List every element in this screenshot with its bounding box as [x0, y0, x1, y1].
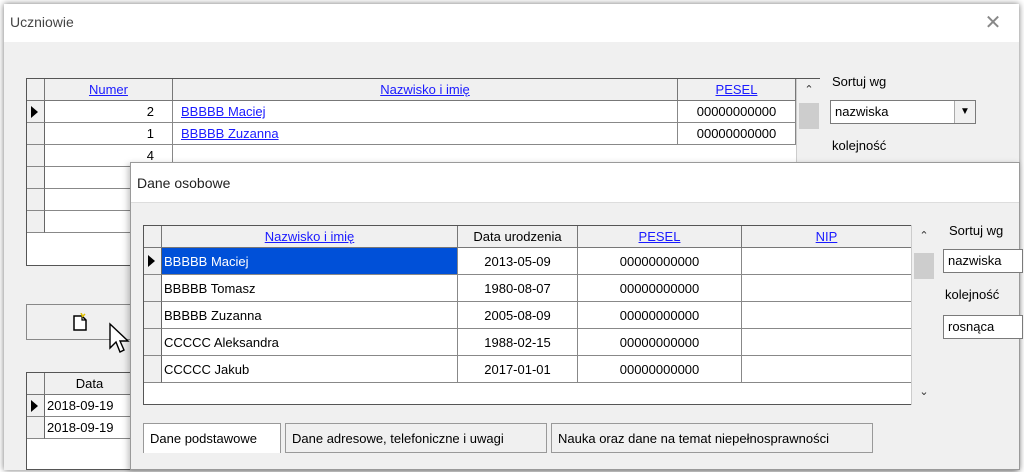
cell-birth-date[interactable]: 1980-08-07	[458, 275, 578, 302]
cell-pesel[interactable]: 00000000000	[578, 275, 742, 302]
cell-name[interactable]: BBBBB Zuzanna	[162, 302, 458, 329]
titlebar: Uczniowie ✕	[4, 4, 1019, 42]
row-indicator[interactable]	[144, 329, 162, 356]
cell-nip[interactable]	[742, 302, 912, 329]
cell-pesel[interactable]: 00000000000	[678, 123, 796, 145]
dialog-title: Dane osobowe	[137, 175, 231, 191]
close-icon[interactable]: ✕	[980, 10, 1006, 36]
sort-select-value: nazwiska	[835, 104, 889, 119]
scroll-thumb[interactable]	[799, 103, 819, 129]
cell-name[interactable]: CCCCC Aleksandra	[162, 329, 458, 356]
cell-numer[interactable]: 2	[45, 101, 173, 123]
cell-pesel[interactable]: 00000000000	[578, 302, 742, 329]
row-indicator-header	[27, 79, 45, 101]
column-header-name[interactable]: Nazwisko i imię	[162, 226, 458, 248]
cell-pesel[interactable]: 00000000000	[578, 356, 742, 383]
row-indicator[interactable]	[27, 211, 45, 233]
row-indicator[interactable]	[27, 145, 45, 167]
scroll-thumb[interactable]	[914, 253, 934, 279]
cell-nip[interactable]	[742, 248, 912, 275]
row-indicator[interactable]	[27, 395, 45, 417]
row-indicator[interactable]	[144, 356, 162, 383]
order-select[interactable]: rosnąca	[943, 315, 1023, 339]
cell-nip[interactable]	[742, 275, 912, 302]
column-header-data[interactable]: Data	[45, 373, 135, 395]
row-indicator[interactable]	[144, 275, 162, 302]
sort-select-value: nazwiska	[948, 253, 1002, 268]
cell-birth-date[interactable]: 2017-01-01	[458, 356, 578, 383]
row-indicator[interactable]	[27, 417, 45, 439]
scroll-down-icon[interactable]: ⌄	[912, 385, 936, 398]
cell-birth-date[interactable]: 1988-02-15	[458, 329, 578, 356]
row-indicator-header	[144, 226, 162, 248]
window-title: Uczniowie	[10, 14, 74, 30]
cell-pesel[interactable]: 00000000000	[678, 101, 796, 123]
cell-name[interactable]: BBBBB Zuzanna	[173, 123, 678, 145]
column-header-nip[interactable]: NIP	[742, 226, 912, 248]
cell-name[interactable]: BBBBB Tomasz	[162, 275, 458, 302]
scroll-up-icon[interactable]: ⌃	[912, 229, 936, 242]
cell-date[interactable]: 2018-09-19	[45, 395, 135, 417]
chevron-down-icon[interactable]: ▼	[954, 101, 975, 123]
titlebar: Dane osobowe	[131, 163, 1019, 203]
cell-nip[interactable]	[742, 356, 912, 383]
new-document-icon	[73, 313, 87, 331]
column-header-pesel[interactable]: PESEL	[678, 79, 796, 101]
persons-scrollbar[interactable]: ⌃ ⌄	[911, 225, 935, 405]
current-row-icon	[148, 255, 155, 267]
row-indicator[interactable]	[27, 189, 45, 211]
cell-name[interactable]: BBBBB Maciej	[162, 248, 458, 275]
row-indicator[interactable]	[27, 123, 45, 145]
cell-pesel[interactable]: 00000000000	[578, 248, 742, 275]
row-indicator[interactable]	[144, 302, 162, 329]
sort-label: Sortuj wg	[832, 74, 887, 89]
dane-osobowe-dialog: Dane osobowe Nazwisko i imię Data urodze…	[130, 162, 1023, 470]
row-indicator-header	[27, 373, 45, 395]
mouse-pointer-icon	[109, 322, 130, 353]
cell-name[interactable]: BBBBB Maciej	[173, 101, 678, 123]
sort-select[interactable]: nazwiska	[943, 249, 1023, 273]
column-header-name[interactable]: Nazwisko i imię	[173, 79, 678, 101]
cell-date[interactable]: 2018-09-19	[45, 417, 135, 439]
sort-label: Sortuj wg	[949, 223, 1004, 238]
dates-grid: Data 2018-09-19 2018-09-19	[26, 372, 136, 470]
column-header-pesel[interactable]: PESEL	[578, 226, 742, 248]
cell-birth-date[interactable]: 2005-08-09	[458, 302, 578, 329]
cell-pesel[interactable]: 00000000000	[578, 329, 742, 356]
column-header-birth-date[interactable]: Data urodzenia	[458, 226, 578, 248]
current-row-icon	[31, 106, 38, 118]
scroll-up-icon[interactable]: ⌃	[797, 83, 821, 96]
tab-dane-podstawowe[interactable]: Dane podstawowe	[143, 423, 281, 453]
column-header-numer[interactable]: Numer	[45, 79, 173, 101]
cell-nip[interactable]	[742, 329, 912, 356]
cell-birth-date[interactable]: 2013-05-09	[458, 248, 578, 275]
order-label: kolejność	[945, 287, 1000, 302]
cell-numer[interactable]: 1	[45, 123, 173, 145]
tab-nauka-niepelnosprawnosc[interactable]: Nauka oraz dane na temat niepełnosprawno…	[551, 423, 873, 453]
row-indicator[interactable]	[27, 167, 45, 189]
row-indicator[interactable]	[144, 248, 162, 275]
order-select-value: rosnąca	[948, 319, 995, 334]
current-row-icon	[31, 400, 38, 412]
persons-grid: Nazwisko i imię Data urodzenia PESEL NIP…	[143, 225, 921, 405]
row-indicator[interactable]	[27, 101, 45, 123]
cell-name[interactable]: CCCCC Jakub	[162, 356, 458, 383]
tab-dane-adresowe[interactable]: Dane adresowe, telefoniczne i uwagi	[285, 423, 547, 453]
sort-select[interactable]: nazwiska ▼	[830, 100, 976, 124]
order-label: kolejność	[832, 138, 887, 153]
